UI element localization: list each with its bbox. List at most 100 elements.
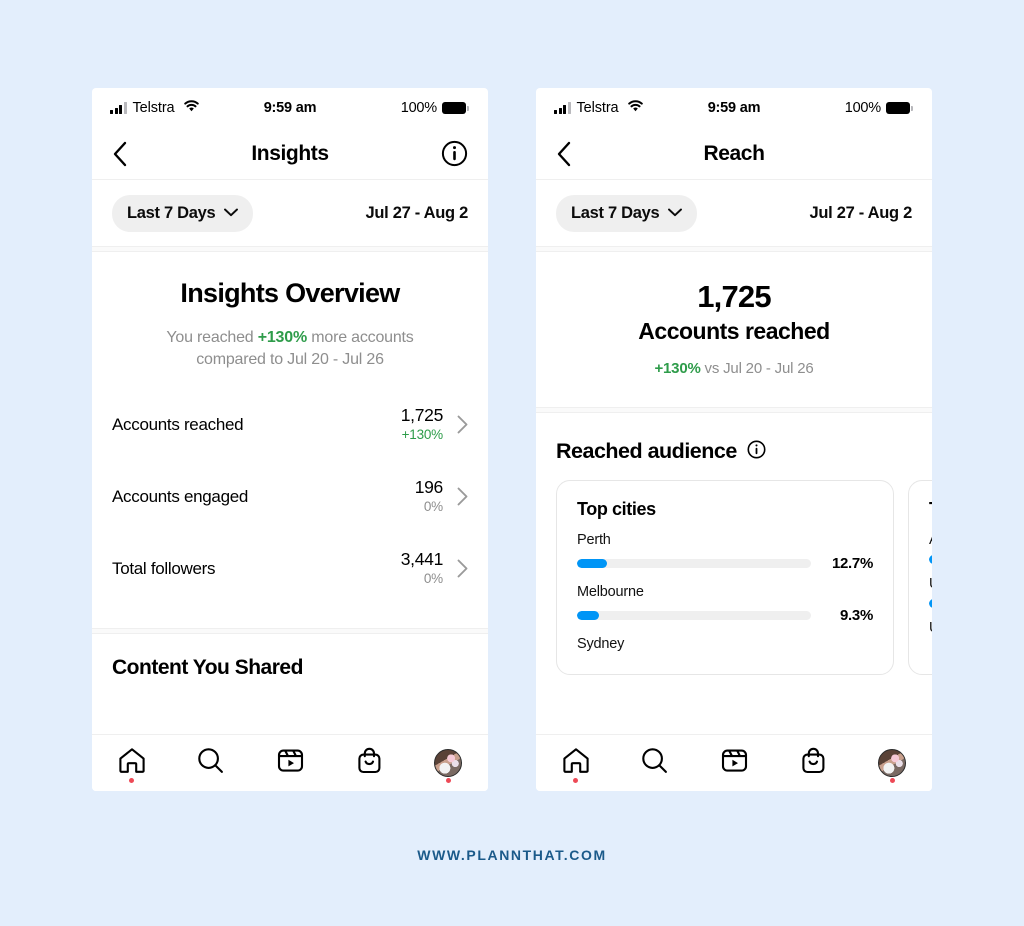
tab-shop[interactable] bbox=[774, 735, 853, 791]
metric-row-total-followers[interactable]: Total followers 3,441 0% bbox=[112, 533, 468, 604]
shop-bag-icon bbox=[357, 747, 382, 779]
tab-reels[interactable] bbox=[250, 735, 329, 791]
metric-value: 3,441 bbox=[401, 549, 443, 569]
search-icon bbox=[641, 747, 668, 779]
status-bar-right-group: 100% bbox=[401, 100, 466, 116]
tab-shop[interactable] bbox=[330, 735, 409, 791]
metric-row-accounts-reached[interactable]: Accounts reached 1,725 +130% bbox=[112, 389, 468, 460]
status-bar-right: Telstra 9:59 am 100% bbox=[536, 88, 932, 128]
country-name: U bbox=[929, 620, 932, 636]
nav-bar-insights: Insights bbox=[92, 128, 488, 180]
city-bar-line: 12.7% bbox=[577, 555, 873, 572]
status-bar-left-group: Telstra bbox=[554, 99, 644, 117]
cellular-signal-icon bbox=[110, 102, 127, 114]
metric-delta: 0% bbox=[424, 499, 443, 514]
reels-icon bbox=[721, 747, 748, 779]
date-filter-bar-right: Last 7 Days Jul 27 - Aug 2 bbox=[536, 180, 932, 246]
date-range-selector-label: Last 7 Days bbox=[127, 204, 215, 223]
city-name: Perth bbox=[577, 532, 873, 548]
city-bar-line: 9.3% bbox=[577, 607, 873, 624]
chevron-right-icon bbox=[457, 487, 468, 506]
country-name: U bbox=[929, 576, 932, 592]
reach-comparison: +130% vs Jul 20 - Jul 26 bbox=[556, 360, 912, 377]
metric-row-accounts-engaged[interactable]: Accounts engaged 196 0% bbox=[112, 461, 468, 532]
tab-search[interactable] bbox=[171, 735, 250, 791]
country-bar-row: U bbox=[929, 576, 932, 608]
reach-total-label: Accounts reached bbox=[556, 316, 912, 346]
city-percent: 9.3% bbox=[825, 607, 873, 624]
content-you-shared-title: Content You Shared bbox=[112, 656, 468, 680]
tab-profile[interactable] bbox=[409, 735, 488, 791]
city-bar-row: Melbourne 9.3% bbox=[577, 584, 873, 624]
metric-label: Accounts reached bbox=[112, 415, 243, 435]
cellular-signal-icon bbox=[554, 102, 571, 114]
battery-percent-label: 100% bbox=[845, 100, 881, 116]
progress-fill bbox=[577, 611, 599, 620]
phone-screen-insights: Telstra 9:59 am 100% bbox=[92, 88, 488, 791]
progress-track bbox=[929, 555, 932, 564]
tab-reels[interactable] bbox=[694, 735, 773, 791]
city-percent: 12.7% bbox=[825, 555, 873, 572]
page-title: Insights bbox=[92, 142, 488, 166]
spacer bbox=[92, 604, 488, 628]
audience-card-carousel[interactable]: Top cities Perth 12.7% Melbourne bbox=[536, 480, 932, 675]
battery-percent-label: 100% bbox=[401, 100, 437, 116]
progress-fill bbox=[577, 559, 607, 568]
overview-title: Insights Overview bbox=[118, 278, 462, 309]
city-bar-row: Perth 12.7% bbox=[577, 532, 873, 572]
metric-values: 196 0% bbox=[415, 477, 443, 516]
progress-fill bbox=[929, 599, 932, 608]
progress-track bbox=[577, 559, 811, 568]
notification-dot bbox=[446, 778, 451, 783]
wifi-icon bbox=[627, 99, 644, 117]
carrier-label: Telstra bbox=[577, 100, 619, 116]
screenshot-stage: Telstra 9:59 am 100% bbox=[0, 0, 1024, 926]
insights-overview-block: Insights Overview You reached +130% more… bbox=[92, 252, 488, 389]
chevron-down-icon bbox=[668, 204, 682, 222]
battery-full-icon bbox=[442, 102, 466, 114]
country-bar-row: U bbox=[929, 620, 932, 636]
status-bar-left: Telstra 9:59 am 100% bbox=[92, 88, 488, 128]
home-icon bbox=[562, 747, 590, 779]
date-range-selector[interactable]: Last 7 Days bbox=[556, 195, 697, 232]
date-range-label: Jul 27 - Aug 2 bbox=[366, 204, 468, 223]
tab-home[interactable] bbox=[92, 735, 171, 791]
chevron-right-icon bbox=[457, 415, 468, 434]
overview-summary-highlight: +130% bbox=[258, 329, 307, 346]
progress-track bbox=[577, 611, 811, 620]
date-range-selector[interactable]: Last 7 Days bbox=[112, 195, 253, 232]
reach-comparison-period: vs Jul 20 - Jul 26 bbox=[701, 360, 814, 377]
info-circle-icon[interactable] bbox=[441, 140, 468, 167]
battery-full-icon bbox=[886, 102, 910, 114]
country-bar-row: A bbox=[929, 532, 932, 564]
tab-search[interactable] bbox=[615, 735, 694, 791]
country-bar-line bbox=[929, 599, 932, 608]
profile-avatar bbox=[878, 749, 906, 777]
tab-profile[interactable] bbox=[853, 735, 932, 791]
overview-summary-mid: more accounts bbox=[307, 329, 414, 346]
search-icon bbox=[197, 747, 224, 779]
city-name: Sydney bbox=[577, 636, 873, 652]
profile-avatar bbox=[434, 749, 462, 777]
notification-dot bbox=[573, 778, 578, 783]
footer-website-url: WWW.PLANNTHAT.COM bbox=[0, 847, 1024, 863]
top-countries-card: T A U bbox=[908, 480, 932, 675]
metric-delta: +130% bbox=[402, 427, 443, 442]
back-button[interactable] bbox=[112, 141, 127, 167]
content-you-shared-header: Content You Shared bbox=[92, 634, 488, 696]
metric-value: 1,725 bbox=[401, 405, 443, 425]
tab-home[interactable] bbox=[536, 735, 615, 791]
reached-audience-title: Reached audience bbox=[556, 439, 737, 464]
reach-summary-block: 1,725 Accounts reached +130% vs Jul 20 -… bbox=[536, 252, 932, 407]
city-bar-row: Sydney bbox=[577, 636, 873, 652]
chevron-down-icon bbox=[224, 204, 238, 222]
notification-dot bbox=[890, 778, 895, 783]
wifi-icon bbox=[183, 99, 200, 117]
back-button[interactable] bbox=[556, 141, 571, 167]
notification-dot bbox=[129, 778, 134, 783]
bottom-tab-bar-left bbox=[92, 734, 488, 791]
overview-summary: You reached +130% more accounts compared… bbox=[118, 327, 462, 371]
info-circle-icon[interactable] bbox=[747, 440, 766, 464]
overview-summary-prefix: You reached bbox=[166, 329, 257, 346]
status-bar-right-group: 100% bbox=[845, 100, 910, 116]
